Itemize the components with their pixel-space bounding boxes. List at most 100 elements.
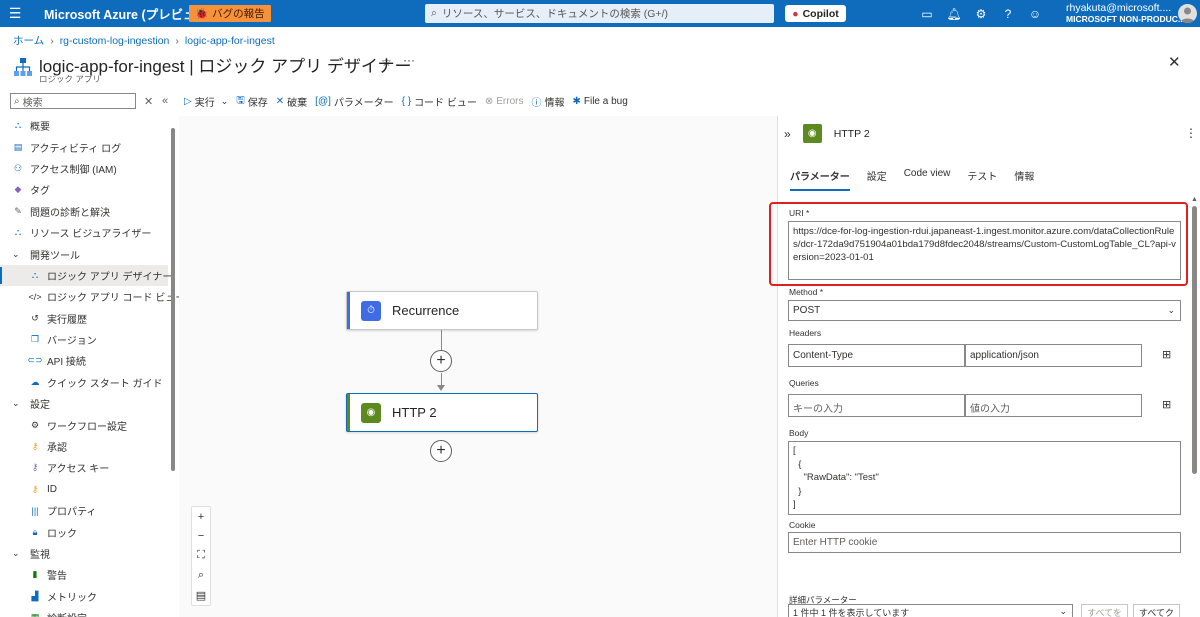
sidebar-item[interactable]: ⚷ 承認 [0, 436, 168, 457]
chevron-down-icon: ⌄ [1059, 606, 1067, 616]
top-bar-icons: ▭ 🔔︎ ⚙ ? ☺ [920, 0, 1042, 27]
sidebar-item[interactable]: ⌄ 監視 [0, 543, 168, 564]
help-icon[interactable]: ? [1001, 7, 1015, 21]
sidebar-item[interactable]: ▦ 診断設定 [0, 607, 168, 617]
designer-canvas[interactable] [179, 116, 777, 617]
close-icon[interactable]: ✕ [1168, 53, 1181, 71]
header-value-input[interactable]: application/json [965, 344, 1142, 367]
sidebar-item[interactable]: ⚙ ワークフロー設定 [0, 414, 168, 435]
discard-label: 破棄 [287, 97, 308, 109]
sidebar-item[interactable]: ⛬ リソース ビジュアライザー [0, 222, 168, 243]
breadcrumb-logic-app[interactable]: logic-app-for-ingest [185, 35, 275, 47]
http2-node-accent [347, 394, 350, 431]
sidebar-item[interactable]: </> ロジック アプリ コード ビュー [0, 286, 186, 307]
tab-parameters[interactable]: パラメーター [790, 168, 850, 191]
sidebar-item[interactable]: ◆ タグ [0, 179, 168, 200]
iam-icon: ⚇ [13, 162, 23, 173]
sidebar-item[interactable]: ⌄ 開発ツール [0, 243, 168, 264]
sidebar-item[interactable]: ▟ メトリック [0, 586, 168, 607]
add-step-button[interactable]: + [430, 440, 452, 462]
sidebar-item[interactable]: ⚷ ID [0, 479, 168, 500]
panel-title[interactable]: HTTP 2 [834, 128, 870, 140]
cookie-input[interactable]: Enter HTTP cookie [788, 532, 1181, 553]
discard-button[interactable]: ✕ 破棄 [276, 94, 307, 109]
header-key-input[interactable]: Content-Type [788, 344, 965, 367]
sidebar-item[interactable]: ⛬ 概要 [0, 115, 168, 136]
minimap-icon[interactable]: ▤ [196, 589, 206, 602]
recurrence-node[interactable]: ⏱ Recurrence [346, 291, 538, 330]
sidebar-item[interactable]: ⚷ アクセス キー [0, 457, 168, 478]
file-bug-button[interactable]: ✱ File a bug [572, 96, 627, 107]
collapse-panel-icon[interactable]: » [784, 127, 791, 141]
query-key-input[interactable]: キーの入力 [788, 394, 965, 417]
scroll-up-icon[interactable]: ▲ [1191, 196, 1198, 203]
panel-scrollbar[interactable] [1192, 206, 1197, 474]
sidebar-item[interactable]: ▮ 警告 [0, 564, 168, 585]
fit-view-icon[interactable]: ⛶ [197, 549, 205, 562]
code-view-label: コード ビュー [414, 97, 477, 109]
sidebar-item[interactable]: ||| プロパティ [0, 500, 168, 521]
collapse-sidebar-icon[interactable]: « [162, 95, 168, 107]
feedback-icon[interactable]: ☺ [1028, 7, 1042, 21]
identity-icon: ⚷ [31, 483, 39, 494]
global-search-input[interactable]: ⌕ リソース、サービス、ドキュメントの検索 (G+/) [425, 4, 774, 23]
avatar[interactable] [1178, 4, 1197, 23]
switch-to-text-mode-icon[interactable]: ⊞ [1162, 398, 1171, 411]
sidebar-item[interactable]: ❐ バージョン [0, 329, 168, 350]
zoom-search-icon[interactable]: ⌕ [198, 569, 204, 582]
parameters-button[interactable]: [@] パラメーター [315, 94, 393, 109]
zoom-out-icon[interactable]: − [198, 530, 204, 542]
advanced-parameters-select[interactable]: 1 件中 1 件を表示しています ⌄ [788, 604, 1073, 617]
sidebar-search-input[interactable]: ⌕ 検索 [10, 93, 136, 109]
hamburger-menu-icon[interactable]: ☰ [0, 0, 30, 27]
code-view-button[interactable]: { } コード ビュー [402, 94, 477, 109]
add-step-button[interactable]: + [430, 350, 452, 372]
run-button[interactable]: ▷ 実行 ⌄ [184, 94, 228, 109]
history-icon: ↺ [31, 312, 39, 323]
top-bar: ☰ Microsoft Azure (プレビュー) 🐞 バグの報告 ⌕ リソース… [0, 0, 1200, 27]
panel-more-icon[interactable]: ⋮ [1185, 126, 1197, 140]
tab-code-view[interactable]: Code view [904, 168, 951, 191]
switch-to-text-mode-icon[interactable]: ⊞ [1162, 348, 1171, 361]
clear-all-button[interactable]: すべてク [1133, 604, 1180, 617]
sidebar-item[interactable]: ⚇ アクセス制御 (IAM) [0, 158, 168, 179]
parameters-icon: [@] [315, 95, 331, 107]
account-info[interactable]: rhyakuta@microsoft.... MICROSOFT NON-PRO… [1066, 3, 1185, 25]
sidebar-item[interactable]: ✎ 問題の診断と解決 [0, 201, 168, 222]
zoom-in-icon[interactable]: + [198, 511, 204, 523]
sidebar-item[interactable]: ⛬ ロジック アプリ デザイナー [0, 264, 172, 287]
sidebar-item[interactable]: 🔒︎ ロック [0, 521, 168, 542]
breadcrumb-resource-group[interactable]: rg-custom-log-ingestion [60, 35, 170, 47]
show-all-button[interactable]: すべてを [1081, 604, 1128, 617]
discard-icon: ✕ [275, 95, 285, 107]
method-select[interactable]: POST ⌄ [788, 300, 1181, 321]
query-value-input[interactable]: 値の入力 [965, 394, 1142, 417]
save-button[interactable]: 🖫 保存 [236, 93, 268, 110]
sidebar-item[interactable]: ↺ 実行履歴 [0, 308, 168, 329]
breadcrumb-home[interactable]: ホーム [13, 33, 44, 48]
sidebar-item[interactable]: ▤ アクティビティ ログ [0, 136, 168, 157]
brand-title[interactable]: Microsoft Azure (プレビュー) [44, 4, 212, 23]
bug-report-button[interactable]: 🐞 バグの報告 [189, 5, 271, 22]
clear-search-icon[interactable]: ✕ [144, 95, 153, 108]
sidebar-item[interactable]: ⊂⊃ API 接続 [0, 350, 168, 371]
terminal-icon[interactable]: ▭ [920, 7, 934, 21]
sidebar-item-label: 設定 [30, 400, 50, 412]
body-input[interactable]: [ { "RawData": "Test" } ] [788, 441, 1181, 515]
favorite-star-icon[interactable]: ☆ [381, 55, 392, 69]
bell-icon[interactable]: 🔔︎ [946, 7, 961, 21]
errors-button[interactable]: ⊗ Errors [485, 96, 524, 107]
tab-info[interactable]: 情報 [1014, 168, 1034, 191]
tab-test[interactable]: テスト [967, 168, 997, 191]
sidebar-scrollbar[interactable] [171, 128, 175, 471]
sidebar-item[interactable]: ⌄ 設定 [0, 393, 168, 414]
http2-node[interactable]: ◉ HTTP 2 [346, 393, 538, 432]
error-icon: ⊗ [484, 95, 494, 107]
sidebar-item[interactable]: ☁ クイック スタート ガイド [0, 372, 168, 393]
tab-settings[interactable]: 設定 [867, 168, 887, 191]
sidebar-item-label: リソース ビジュアライザー [30, 229, 152, 241]
more-options-icon[interactable]: ··· [403, 53, 415, 67]
copilot-button[interactable]: ● Copilot [785, 5, 846, 22]
info-button[interactable]: ⓘ 情報 [531, 94, 564, 109]
gear-icon[interactable]: ⚙ [974, 7, 988, 21]
